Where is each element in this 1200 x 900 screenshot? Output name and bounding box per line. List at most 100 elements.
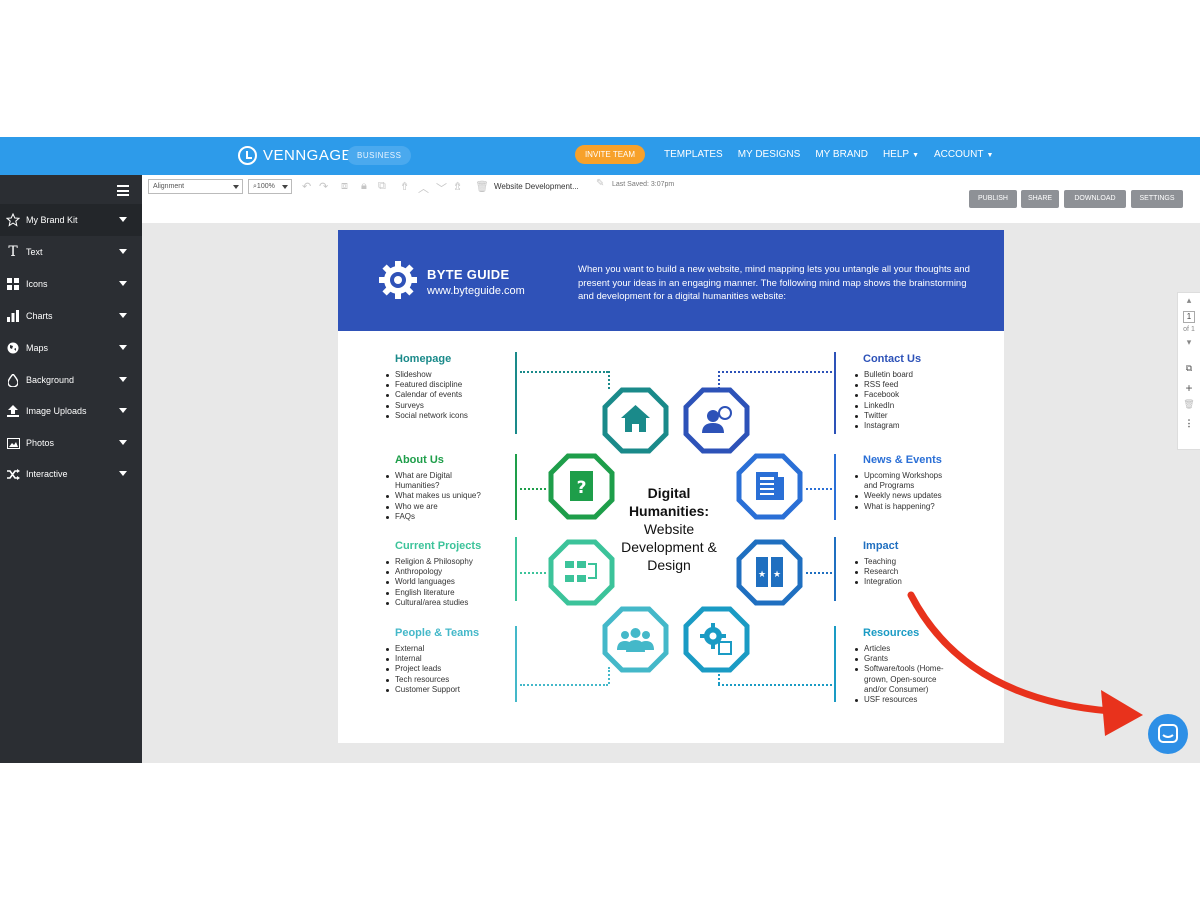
sidebar-item-label: Icons <box>26 279 48 289</box>
page-up-icon[interactable]: ▴ <box>1178 295 1200 306</box>
section-title-homepage: Homepage <box>395 353 452 365</box>
sidebar-item-label: Interactive <box>26 469 68 479</box>
gear-logo-icon <box>379 261 417 299</box>
globe-icon <box>6 341 20 355</box>
more-options-icon[interactable]: ⋮ <box>1178 418 1200 429</box>
section-title-current-projects: Current Projects <box>395 540 482 552</box>
move-down-icon[interactable]: ﹀ <box>436 180 447 196</box>
connector-line <box>515 626 517 702</box>
zoom-select[interactable]: ⌕100% <box>248 179 292 194</box>
alignment-select[interactable]: Alignment <box>148 179 243 194</box>
infographic-intro: When you want to build a new website, mi… <box>578 264 970 302</box>
section-list-about-us: What are Digital Humanities? What makes … <box>385 471 481 522</box>
red-arrow-annotation <box>907 591 1143 736</box>
list-item: Social network icons <box>385 411 468 421</box>
clock-logo-icon <box>238 146 257 165</box>
list-item: World languages <box>385 577 473 587</box>
page-number[interactable]: 1 <box>1183 311 1195 323</box>
nav-link-help[interactable]: HELP ▼ <box>883 149 919 160</box>
sidebar-item-label: Image Uploads <box>26 406 87 416</box>
nav-link-my-designs[interactable]: MY DESIGNS <box>738 149 801 160</box>
gear-document-icon <box>683 606 750 673</box>
list-item: Religion & Philosophy <box>385 557 473 567</box>
list-item: Integration <box>854 577 902 587</box>
section-title-contact-us: Contact Us <box>863 353 922 365</box>
send-to-back-icon[interactable]: ⇯ <box>453 180 462 193</box>
invite-team-button[interactable]: INVITE TEAM <box>575 145 645 164</box>
dotted-connector <box>520 371 608 373</box>
sidebar-item-charts[interactable]: Charts <box>0 300 142 332</box>
sidebar-item-label: Maps <box>26 343 49 353</box>
list-item: Research <box>854 567 902 577</box>
sidebar-item-background[interactable]: Background <box>0 364 142 396</box>
nav-link-templates[interactable]: TEMPLATES <box>664 149 723 160</box>
document-title[interactable]: Website Development... <box>494 182 579 191</box>
sidebar-item-label: Background <box>26 375 75 385</box>
center-subtitle: Website Development & Design <box>621 521 717 573</box>
dotted-connector <box>520 488 546 490</box>
section-list-impact: Teaching Research Integration <box>854 557 902 588</box>
list-item: What is happening? <box>854 502 942 512</box>
connector-line <box>834 352 836 434</box>
sidebar-item-interactive[interactable]: Interactive <box>0 458 142 490</box>
venngage-logo[interactable]: VENNGAGE <box>238 146 352 165</box>
duplicate-page-icon[interactable]: ⧉ <box>1178 363 1200 374</box>
sidebar-item-photos[interactable]: Photos <box>0 427 142 459</box>
list-item: Calendar of events <box>385 390 468 400</box>
connector-line <box>834 537 836 601</box>
nav-link-account[interactable]: ACCOUNT ▼ <box>934 149 993 160</box>
upload-icon <box>6 404 20 418</box>
settings-button[interactable]: SETTINGS <box>1131 190 1183 208</box>
chat-support-button[interactable] <box>1148 714 1188 754</box>
section-list-current-projects: Religion & Philosophy Anthropology World… <box>385 557 473 608</box>
list-item: What makes us unique? <box>385 491 481 501</box>
list-item: Teaching <box>854 557 902 567</box>
redo-icon[interactable]: ↷ <box>319 180 328 193</box>
crop-icon[interactable]: ⧈ <box>341 180 348 193</box>
sidebar-item-my-brand-kit[interactable]: My Brand Kit <box>0 204 142 236</box>
section-title-news-events: News & Events <box>863 454 942 466</box>
sidebar-item-label: My Brand Kit <box>26 215 78 225</box>
sidebar-item-text[interactable]: T Text <box>0 236 142 268</box>
sidebar-item-label: Text <box>26 247 43 257</box>
undo-icon[interactable]: ↶ <box>302 180 311 193</box>
sidebar: My Brand Kit T Text Icons Charts Maps Ba… <box>0 175 142 763</box>
caret-down-icon <box>119 313 127 318</box>
nav-links: TEMPLATES MY DESIGNS MY BRAND HELP ▼ ACCO… <box>664 149 993 160</box>
edit-icon[interactable]: ✎ <box>596 178 604 189</box>
dotted-connector <box>806 488 832 490</box>
publish-button[interactable]: PUBLISH <box>969 190 1017 208</box>
delete-page-icon[interactable]: 🗑︎ <box>1178 399 1200 410</box>
caret-down-icon: ▼ <box>986 152 994 159</box>
svg-text:★: ★ <box>758 570 766 580</box>
home-icon <box>602 387 669 454</box>
caret-down-icon <box>119 249 127 254</box>
hamburger-menu-icon[interactable] <box>117 185 129 196</box>
share-button[interactable]: SHARE <box>1021 190 1059 208</box>
bring-to-front-icon[interactable]: ⇮ <box>400 180 409 193</box>
caret-down-icon <box>233 185 239 189</box>
text-icon: T <box>8 244 18 260</box>
list-item: RSS feed <box>854 380 913 390</box>
copy-icon[interactable]: ⧉ <box>378 180 386 193</box>
list-item: Customer Support <box>385 685 460 695</box>
flowchart-icon <box>548 539 615 606</box>
page-down-icon[interactable]: ▾ <box>1178 337 1200 348</box>
list-item: Upcoming Workshops <box>854 471 942 481</box>
dotted-connector <box>520 572 546 574</box>
sidebar-item-maps[interactable]: Maps <box>0 332 142 364</box>
download-button[interactable]: DOWNLOAD <box>1064 190 1126 208</box>
move-up-icon[interactable]: ︿ <box>418 180 429 196</box>
nav-link-my-brand[interactable]: MY BRAND <box>815 149 868 160</box>
caret-down-icon <box>119 471 127 476</box>
brand-name: VENNGAGE <box>263 147 353 164</box>
lock-icon[interactable]: 🔒︎ <box>361 180 367 193</box>
mind-map-center: Digital Humanities: Website Development … <box>619 484 719 574</box>
list-item: What are Digital <box>385 471 481 481</box>
sidebar-item-icons[interactable]: Icons <box>0 268 142 300</box>
grid-icon <box>6 277 20 291</box>
add-page-icon[interactable]: + <box>1178 381 1200 395</box>
connector-line <box>834 626 836 702</box>
trash-icon[interactable]: 🗑︎ <box>475 180 489 193</box>
sidebar-item-image-uploads[interactable]: Image Uploads <box>0 395 142 427</box>
